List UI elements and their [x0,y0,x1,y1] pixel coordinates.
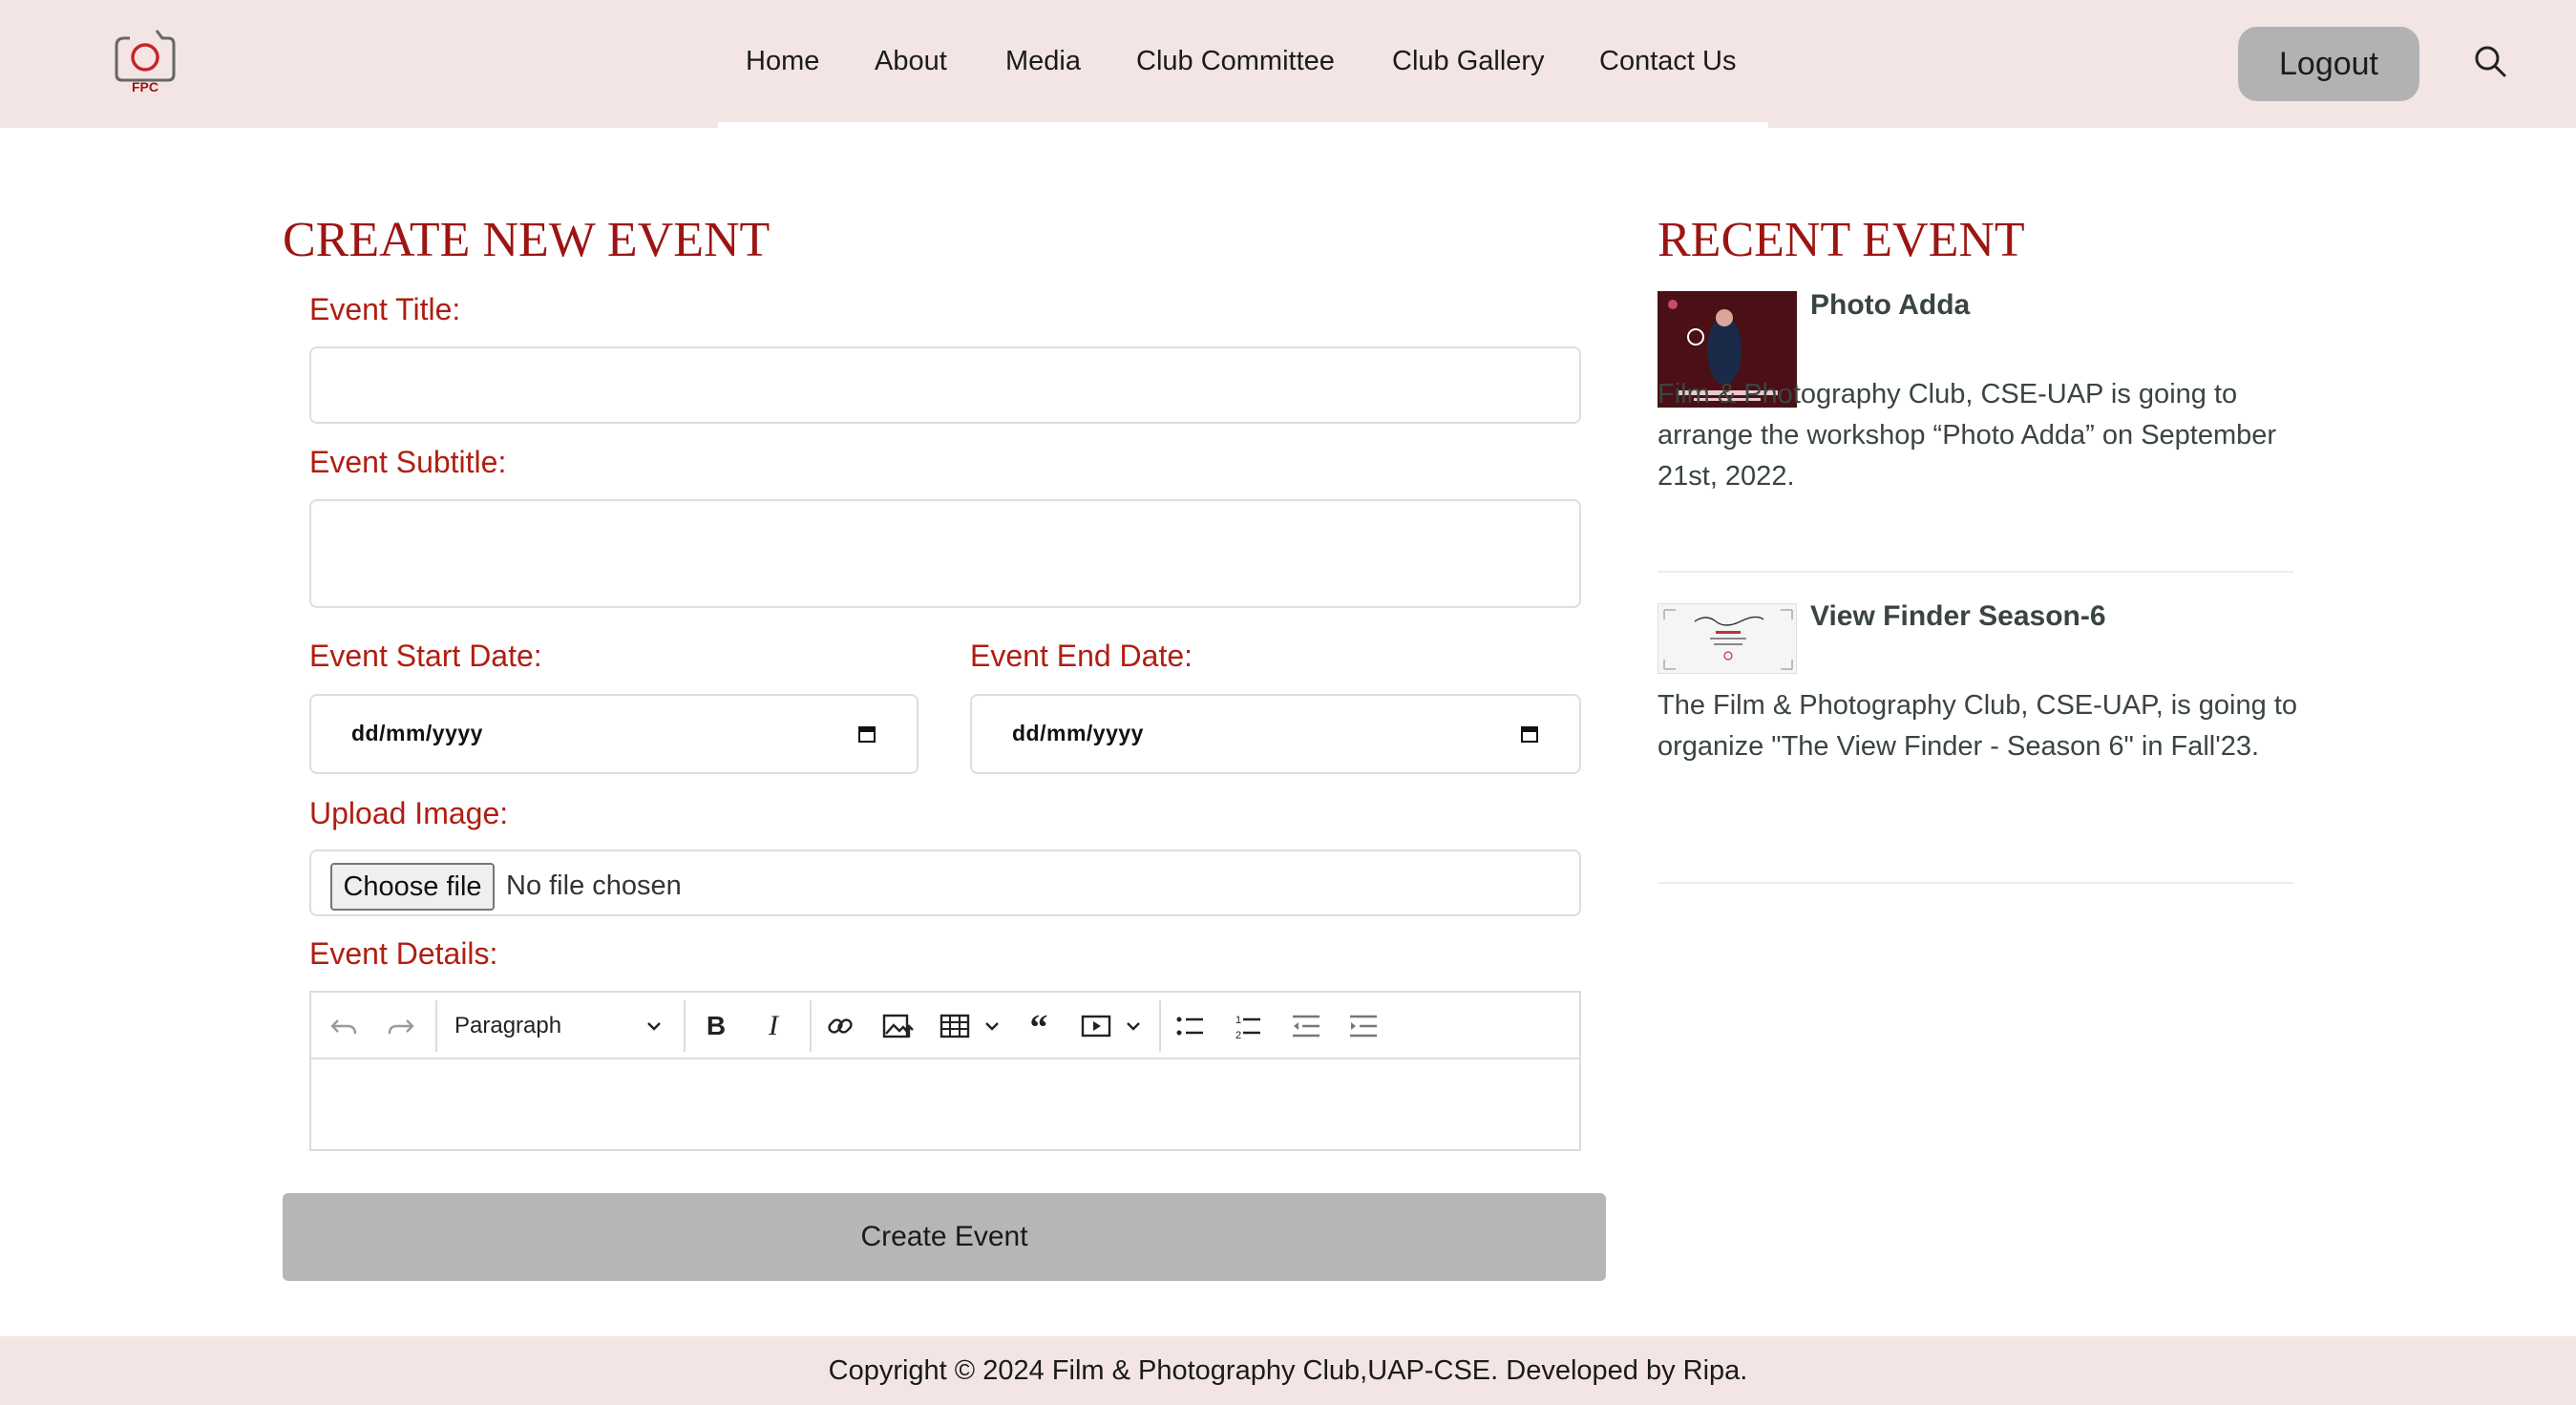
logout-button[interactable]: Logout [2238,27,2419,101]
chevron-down-icon[interactable] [1123,1016,1144,1037]
numbered-list-icon[interactable]: 12 [1230,1009,1264,1043]
event-divider [1658,571,2293,573]
upload-image-label: Upload Image: [309,796,509,830]
toolbar-divider [435,1000,437,1052]
nav-club-gallery[interactable]: Club Gallery [1392,42,1545,80]
media-embed-icon[interactable] [1079,1009,1113,1043]
nav-contact-us[interactable]: Contact Us [1599,42,1736,80]
end-date-placeholder: dd/mm/yyyy [1012,721,1144,745]
block-format-select[interactable]: Paragraph [454,1010,561,1042]
event-description: Film & Photography Club, CSE-UAP is goin… [1658,379,2277,492]
rich-text-editor[interactable]: Paragraph B I “ 12 [309,991,1581,1151]
top-navbar: FPC Home About Media Club Committee Club… [0,0,2576,128]
nav-about[interactable]: About [875,42,947,80]
choose-file-button[interactable]: Choose file [330,863,495,911]
table-icon[interactable] [938,1009,972,1043]
footer-copyright: Copyright © 2024 Film & Photography Club… [828,1355,1748,1386]
link-icon[interactable] [823,1009,857,1043]
nav-media[interactable]: Media [1005,42,1081,80]
editor-toolbar: Paragraph B I “ 12 [311,993,1579,1059]
event-end-date-input[interactable]: dd/mm/yyyy [970,694,1581,774]
event-title-view-finder[interactable]: View Finder Season-6 [1810,598,2106,636]
create-event-heading: CREATE NEW EVENT [283,213,771,267]
redo-icon[interactable] [384,1009,418,1043]
toolbar-divider [684,1000,686,1052]
svg-text:“: “ [1030,1009,1048,1043]
event-subtitle-input[interactable] [309,499,1581,608]
calendar-icon[interactable] [1520,724,1539,744]
event-title-input[interactable] [309,346,1581,424]
nav-home[interactable]: Home [746,42,819,80]
indent-icon[interactable] [1346,1009,1381,1043]
event-title-label: Event Title: [309,292,461,326]
event-subtitle-label: Event Subtitle: [309,445,507,479]
bold-icon[interactable]: B [699,1009,733,1043]
svg-text:I: I [768,1010,780,1041]
event-end-date-label: Event End Date: [970,639,1193,673]
club-logo[interactable]: FPC [107,17,183,95]
event-details-label: Event Details: [309,936,498,971]
bulleted-list-icon[interactable] [1172,1009,1207,1043]
logo-text: FPC [132,79,158,94]
recent-event-heading: RECENT EVENT [1658,213,2025,267]
event-divider [1658,882,2293,884]
nav-club-committee[interactable]: Club Committee [1136,42,1335,80]
nav-active-indicator [718,122,1768,128]
undo-icon[interactable] [327,1009,361,1043]
upload-image-input: Choose file No file chosen [309,849,1581,916]
svg-text:2: 2 [1235,1030,1241,1041]
event-start-date-label: Event Start Date: [309,639,542,673]
file-status-text: No file chosen [506,870,682,901]
search-icon[interactable] [2473,44,2507,78]
calendar-icon[interactable] [857,724,876,744]
chevron-down-icon[interactable] [982,1016,1003,1037]
create-event-button[interactable]: Create Event [283,1193,1606,1281]
insert-image-icon[interactable] [880,1009,915,1043]
footer: Copyright © 2024 Film & Photography Club… [0,1336,2576,1405]
svg-text:1: 1 [1235,1015,1241,1026]
event-title-photo-adda[interactable]: Photo Adda [1810,286,1970,325]
svg-text:B: B [707,1011,726,1040]
event-thumbnail-view-finder[interactable] [1658,603,1797,674]
italic-icon[interactable]: I [756,1009,791,1043]
start-date-placeholder: dd/mm/yyyy [351,721,483,745]
toolbar-divider [810,1000,812,1052]
blockquote-icon[interactable]: “ [1022,1008,1056,1048]
toolbar-divider [1159,1000,1161,1052]
event-description: The Film & Photography Club, CSE-UAP, is… [1658,690,2298,762]
outdent-icon[interactable] [1289,1009,1323,1043]
chevron-down-icon[interactable] [644,1016,665,1037]
event-start-date-input[interactable]: dd/mm/yyyy [309,694,918,774]
